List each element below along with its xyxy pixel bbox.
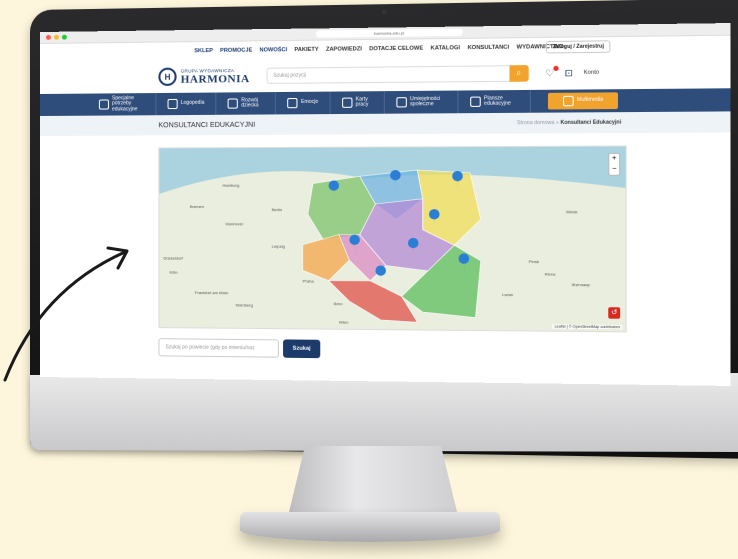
- header-icons: ♡ ⊡ Konto: [545, 67, 599, 79]
- zoom-control[interactable]: + −: [608, 153, 620, 176]
- breadcrumb-bar: KONSULTANCI EDUKACYJNI Strona domowa » K…: [40, 111, 730, 136]
- category-label: Rozwój dziecka: [241, 98, 264, 109]
- city-label: Köln: [170, 270, 178, 275]
- category-multimedia[interactable]: Multimedia: [548, 92, 618, 109]
- category-logopedia[interactable]: Logopedia: [156, 93, 216, 116]
- consultants-map[interactable]: Hamburg Bremen Berlin Hannover Leipzig D…: [158, 146, 626, 333]
- breadcrumb-separator: »: [556, 120, 559, 126]
- category-icon: [563, 96, 574, 106]
- city-label: Hamburg: [222, 183, 239, 188]
- nav-sklep[interactable]: SKLEP: [194, 48, 213, 54]
- category-plansze[interactable]: Plansze edukacyjne: [459, 90, 531, 113]
- consultant-search: Szukaj po powiecie (gdy po imieniu/naz S…: [158, 338, 320, 358]
- maximize-dot[interactable]: [62, 35, 67, 40]
- category-icon: [288, 98, 298, 108]
- category-label: Umiejętności społeczne: [410, 96, 446, 108]
- cart-icon[interactable]: ⊡: [565, 67, 573, 79]
- category-label: Logopedia: [181, 101, 205, 107]
- map-svg: [159, 147, 626, 333]
- category-label: Specjalne potrzeby edukacyjne: [112, 96, 144, 113]
- search-placeholder: Szukaj pozycji: [273, 72, 306, 78]
- category-icon: [396, 97, 406, 107]
- nav-promocje[interactable]: PROMOCJE: [220, 48, 252, 54]
- category-label: Emocje: [301, 100, 318, 106]
- city-label: Pinsk: [529, 259, 539, 264]
- category-icon: [470, 97, 481, 107]
- zoom-in-icon[interactable]: +: [609, 154, 619, 164]
- city-label: Brno: [334, 301, 343, 306]
- minimize-dot[interactable]: [54, 35, 59, 40]
- nav-pakiety[interactable]: PAKIETY: [294, 47, 318, 53]
- category-icon: [168, 99, 178, 109]
- consultant-search-button[interactable]: Szukaj: [283, 339, 320, 358]
- city-label: Frankfurt am Main: [195, 290, 228, 295]
- category-icon: [342, 98, 352, 108]
- site-header: H GRUPA WYDAWNICZA HARMONIA Szukaj pozyc…: [40, 55, 730, 94]
- category-label: Plansze edukacyjne: [484, 96, 518, 108]
- nav-nowosci[interactable]: NOWOŚCI: [260, 47, 288, 53]
- city-label: Düsseldorf: [163, 255, 182, 260]
- city-label: Leipzig: [272, 244, 285, 249]
- city-label: Minsk: [566, 209, 577, 214]
- city-label: Lwów: [502, 292, 513, 297]
- logo-main-text: HARMONIA: [181, 72, 250, 85]
- breadcrumb-home[interactable]: Strona domowa: [517, 120, 554, 126]
- search-input[interactable]: Szukaj pozycji ⌕: [266, 65, 528, 84]
- city-label: Wien: [339, 320, 348, 325]
- city-label: Praha: [303, 278, 314, 283]
- logo-icon: H: [158, 68, 176, 86]
- nav-katalogi[interactable]: KATALOGI: [431, 45, 460, 52]
- monitor-stand: [288, 446, 458, 516]
- category-specjalne[interactable]: Specjalne potrzeby edukacyjne: [88, 93, 156, 116]
- logo[interactable]: H GRUPA WYDAWNICZA HARMONIA: [158, 67, 249, 86]
- city-label: Nürnberg: [236, 302, 253, 307]
- city-label: Berlin: [272, 207, 283, 212]
- camera-dot: [381, 9, 386, 14]
- category-umiejetnosci[interactable]: Umiejętności społeczne: [385, 91, 459, 114]
- map-attribution: Leaflet | © OpenStreetMap contributors: [552, 324, 622, 329]
- category-icon: [99, 99, 109, 109]
- category-icon: [228, 98, 238, 108]
- category-rozwoj[interactable]: Rozwój dziecka: [217, 92, 276, 115]
- browser-screen: harmonia.edu.pl SKLEP PROMOCJE NOWOŚCI P…: [40, 23, 730, 386]
- account-menu[interactable]: Konto: [584, 70, 600, 76]
- category-karty[interactable]: Karty pracy: [331, 91, 385, 114]
- breadcrumb: Strona domowa » Konsultanci Edukacyjni: [517, 119, 621, 126]
- curved-arrow-icon: [0, 230, 140, 390]
- city-label: Rivne: [545, 271, 556, 276]
- address-bar[interactable]: harmonia.edu.pl: [316, 29, 463, 38]
- consultant-search-input[interactable]: Szukaj po powiecie (gdy po imieniu/naz: [158, 338, 279, 358]
- nav-zapowiedzi[interactable]: ZAPOWIEDZI: [326, 46, 362, 53]
- close-dot[interactable]: [46, 35, 51, 40]
- reset-view-icon[interactable]: ↺: [608, 307, 620, 319]
- zoom-out-icon[interactable]: −: [609, 164, 619, 174]
- nav-dotacje[interactable]: DOTACJE CELOWE: [369, 46, 423, 53]
- city-label: Hannover: [226, 221, 244, 226]
- monitor-base: [240, 512, 500, 542]
- category-label: Multimedia: [577, 98, 603, 104]
- wishlist-badge: [553, 65, 558, 70]
- category-emocje[interactable]: Emocje: [276, 92, 330, 115]
- category-label: Karty pracy: [356, 97, 373, 108]
- city-label: Житомир: [572, 282, 590, 287]
- city-label: Bremen: [190, 204, 204, 209]
- search-icon[interactable]: ⌕: [509, 65, 528, 82]
- login-button[interactable]: Zaloguj / Zarejestruj: [546, 40, 610, 53]
- page-title: KONSULTANCI EDUKACYJNI: [158, 121, 255, 129]
- breadcrumb-current: Konsultanci Edukacyjni: [560, 119, 621, 126]
- nav-konsultanci[interactable]: KONSULTANCI: [467, 45, 509, 52]
- heart-icon[interactable]: ♡: [545, 67, 554, 79]
